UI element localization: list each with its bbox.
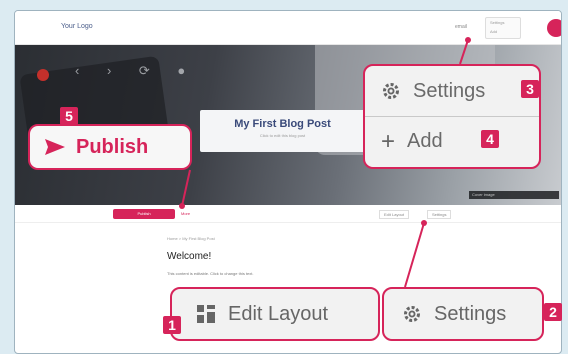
callout-add-label: Add — [407, 130, 443, 152]
gear-icon — [404, 306, 420, 322]
image-caption: Cover image — [469, 191, 559, 199]
callout-publish-label: Publish — [76, 135, 149, 158]
site-logo[interactable]: Your Logo — [61, 23, 93, 30]
top-bar: Your Logo email Settings Add — [15, 11, 561, 45]
avatar[interactable] — [547, 19, 561, 37]
publish-button[interactable]: Publish — [113, 209, 175, 219]
page-heading: Welcome! — [167, 251, 212, 262]
callout-settings-label: Settings — [413, 79, 486, 102]
breadcrumb[interactable]: Home > My First Blog Post — [167, 236, 215, 241]
post-subtitle: Click to edit this blog post — [259, 133, 306, 138]
callout-number: 1 — [163, 316, 181, 334]
callout-settings-row[interactable]: Settings 3 — [365, 66, 539, 116]
callout-add-row[interactable]: + Add 4 — [365, 116, 539, 166]
callout-number: 3 — [521, 80, 539, 98]
callout-settings-bottom-label: Settings — [434, 302, 507, 325]
admin-bar: Publish More Edit Layout Settings — [15, 205, 561, 223]
callout-number: 5 — [60, 107, 78, 125]
callout-settings-menu: Settings 3 + Add 4 — [363, 64, 541, 169]
plus-icon: + — [381, 127, 396, 155]
layout-icon — [197, 305, 215, 323]
callout-edit-layout[interactable]: Edit Layout — [170, 287, 380, 341]
mini-menu-add[interactable]: Add — [486, 27, 520, 36]
callout-edit-layout-label: Edit Layout — [228, 302, 329, 325]
send-icon — [45, 139, 65, 155]
callout-settings[interactable]: Settings — [382, 287, 544, 341]
account-email: email — [455, 24, 467, 30]
mini-menu-settings[interactable]: Settings — [486, 18, 520, 27]
post-title: My First Blog Post — [234, 118, 331, 130]
edit-layout-button[interactable]: Edit Layout — [379, 210, 410, 219]
settings-button[interactable]: Settings — [427, 210, 452, 219]
callout-number: 4 — [481, 130, 499, 148]
page-paragraph: This content is editable. Click to chang… — [167, 271, 254, 276]
post-title-card[interactable]: My First Blog Post Click to edit this bl… — [200, 110, 365, 152]
mini-menu: Settings Add — [485, 17, 521, 39]
more-link[interactable]: More — [181, 211, 190, 216]
callout-publish[interactable]: Publish — [28, 124, 192, 170]
callout-number: 2 — [544, 303, 562, 321]
browser-icons: ‹ › ⟳ ● — [75, 63, 198, 78]
youtube-icon — [37, 69, 49, 81]
gear-icon — [383, 83, 399, 99]
